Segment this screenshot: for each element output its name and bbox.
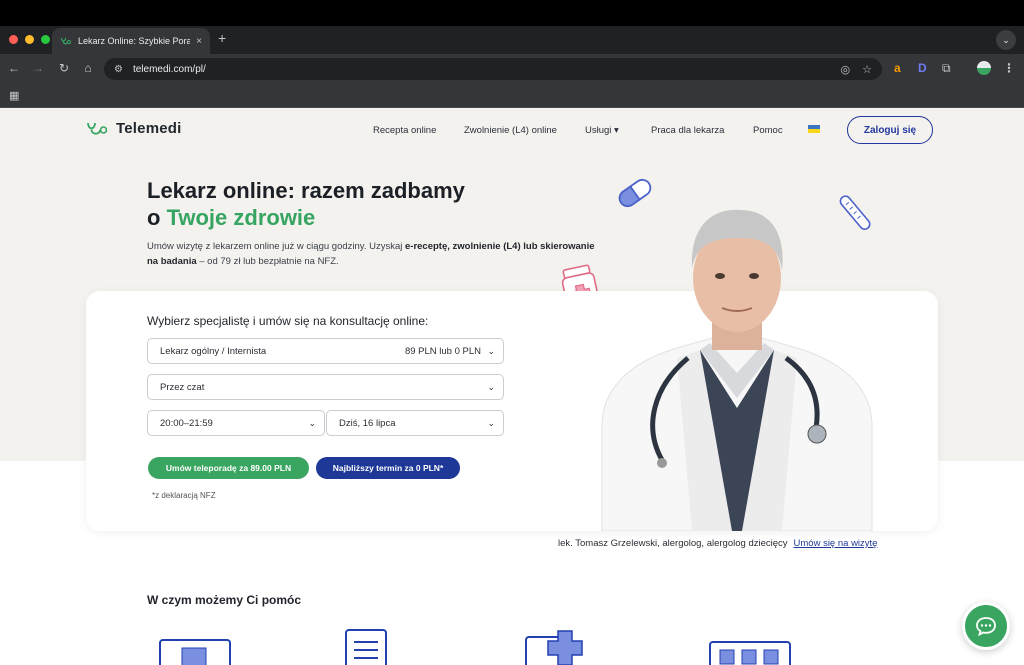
test-checklist-icon [709, 641, 791, 665]
hero-desc-part2: – od 79 zł lub bezpłatnie na NFZ. [196, 256, 339, 267]
minimize-window-button[interactable] [25, 35, 34, 44]
chevron-down-icon: ⌄ [487, 346, 495, 356]
time-value: 20:00–21:59 [160, 417, 213, 429]
hero-title: Lekarz online: razem zadbamy o Twoje zdr… [147, 177, 465, 231]
book-paid-button[interactable]: Umów teleporadę za 89.00 PLN [148, 457, 309, 479]
book-nfz-button[interactable]: Najbliższy termin za 0 PLN* [316, 457, 460, 479]
nav-praca-dla-lekarza[interactable]: Praca dla lekarza [651, 125, 724, 136]
chevron-down-icon: ⌄ [308, 418, 316, 428]
logo-text: Telemedi [116, 120, 182, 137]
hero-title-o: o [147, 205, 167, 230]
browser-menu-icon[interactable]: ⋮ [1003, 61, 1015, 75]
booking-title: Wybierz specjalistę i umów się na konsul… [147, 314, 429, 328]
chevron-down-icon: ⌄ [487, 382, 495, 392]
doctor-photo [601, 209, 873, 531]
browser-toolbar: ← → ↻ ⌂ ⚙ telemedi.com/pl/ ◎ ☆ a D ⧉ ⋮ [0, 54, 1024, 84]
bookmarks-bar: ▦ [0, 84, 1024, 108]
extensions-puzzle-icon[interactable]: ⧉ [942, 61, 951, 76]
favicon-icon [60, 37, 71, 45]
help-section-title: W czym możemy Ci pomóc [147, 593, 302, 607]
channel-select[interactable]: Przez czat ⌄ [147, 374, 504, 400]
extension-a-icon[interactable]: a [894, 61, 901, 75]
back-arrow-icon[interactable]: ← [6, 61, 22, 75]
hero-desc-part1: Umów wizytę z lekarzem online już w ciąg… [147, 241, 405, 252]
screen-top-bar [0, 0, 1024, 26]
doctor-name: lek. Tomasz Grzelewski, alergolog, alerg… [558, 538, 788, 549]
hero-title-green: Twoje zdrowie [166, 205, 316, 230]
tab-close-icon[interactable]: × [196, 36, 202, 47]
nav-pomoc[interactable]: Pomoc [753, 125, 783, 136]
hero-description: Umów wizytę z lekarzem online już w ciąg… [147, 239, 597, 269]
medical-folder-icon [525, 630, 583, 665]
stethoscope-logo-icon [87, 122, 108, 135]
nav-zwolnienie-online[interactable]: Zwolnienie (L4) online [464, 125, 557, 136]
nav-recepta-online[interactable]: Recepta online [373, 125, 436, 136]
prescription-screen-icon [159, 639, 231, 665]
hero-title-line1: Lekarz online: razem zadbamy [147, 178, 465, 203]
nfz-note: *z deklaracją NFZ [152, 491, 216, 500]
browser-tab[interactable]: Lekarz Online: Szybkie Porad × [52, 28, 210, 54]
nav-uslugi[interactable]: Usługi ▾ [585, 125, 619, 136]
time-select[interactable]: 20:00–21:59 ⌄ [147, 410, 325, 436]
date-value: Dziś, 16 lipca [339, 417, 396, 429]
maximize-window-button[interactable] [41, 35, 50, 44]
doctor-book-link[interactable]: Umów się na wizytę [794, 538, 878, 549]
document-icon [345, 629, 387, 665]
reload-icon[interactable]: ↻ [56, 61, 72, 75]
site-info-icon[interactable]: ⚙ [114, 64, 123, 75]
url-text[interactable]: telemedi.com/pl/ [133, 64, 829, 75]
tab-title: Lekarz Online: Szybkie Porad [78, 36, 191, 46]
specialist-value: Lekarz ogólny / Internista [160, 345, 267, 357]
home-icon[interactable]: ⌂ [80, 61, 96, 75]
chevron-down-icon: ⌄ [487, 418, 495, 428]
telemedi-logo[interactable]: Telemedi [86, 120, 182, 137]
tab-search-chevron-icon[interactable]: ⌄ [996, 30, 1016, 50]
address-bar[interactable]: ⚙ telemedi.com/pl/ ◎ ☆ [104, 58, 882, 80]
eye-off-icon[interactable]: ◎ [841, 63, 851, 76]
new-tab-button[interactable]: + [218, 30, 226, 46]
web-page: Telemedi Recepta online Zwolnienie (L4) … [0, 108, 1024, 665]
extension-d-icon[interactable]: D [918, 61, 927, 75]
specialist-select[interactable]: Lekarz ogólny / Internista 89 PLN lub 0 … [147, 338, 504, 364]
forward-arrow-icon[interactable]: → [30, 61, 46, 75]
bookmark-star-icon[interactable]: ☆ [862, 63, 872, 76]
doctor-caption: lek. Tomasz Grzelewski, alergolog, alerg… [558, 538, 877, 549]
apps-grid-icon[interactable]: ▦ [9, 89, 19, 102]
login-button[interactable]: Zaloguj się [847, 116, 933, 144]
ukraine-flag-icon[interactable] [808, 125, 820, 133]
window-controls [9, 35, 50, 44]
price-value: 89 PLN lub 0 PLN [404, 345, 481, 357]
close-window-button[interactable] [9, 35, 18, 44]
date-select[interactable]: Dziś, 16 lipca ⌄ [326, 410, 504, 436]
chat-bubble-icon [976, 617, 996, 636]
browser-tab-bar: Lekarz Online: Szybkie Porad × + ⌄ [0, 26, 1024, 54]
channel-value: Przez czat [160, 381, 205, 393]
profile-avatar[interactable] [977, 61, 991, 75]
chat-button[interactable] [962, 602, 1010, 650]
